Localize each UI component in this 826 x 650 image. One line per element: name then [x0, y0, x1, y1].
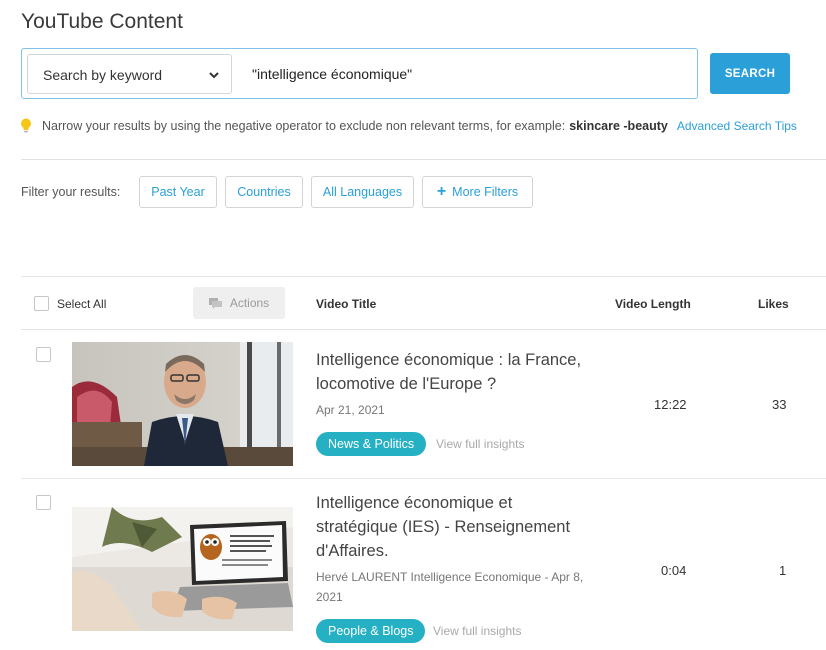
- search-bar: Search by keyword: [21, 48, 698, 99]
- filter-label: Filter your results:: [21, 185, 121, 199]
- video-length: 0:04: [661, 563, 687, 578]
- filter-countries-button[interactable]: Countries: [225, 176, 303, 208]
- search-input[interactable]: [242, 55, 682, 93]
- more-filters-button[interactable]: + More Filters: [422, 176, 533, 208]
- divider: [21, 159, 826, 160]
- video-thumbnail[interactable]: [72, 507, 293, 631]
- actions-label: Actions: [229, 296, 270, 310]
- video-title-link[interactable]: Intelligence économique et stratégique (…: [316, 491, 596, 563]
- table-row: Intelligence économique : la France, loc…: [21, 330, 826, 479]
- page-title: YouTube Content: [21, 10, 183, 33]
- table-header: Select All Actions Video Title Video Len…: [21, 276, 826, 330]
- search-button[interactable]: SEARCH: [710, 53, 790, 94]
- column-video-length[interactable]: Video Length: [615, 297, 691, 311]
- view-insights-link[interactable]: View full insights: [436, 437, 525, 451]
- select-all-label[interactable]: Select All: [57, 297, 106, 311]
- lightbulb-icon: [21, 118, 31, 133]
- search-mode-select[interactable]: Search by keyword: [27, 54, 232, 94]
- row-checkbox[interactable]: [36, 347, 51, 362]
- row-checkbox[interactable]: [36, 495, 51, 510]
- column-likes[interactable]: Likes: [758, 297, 789, 311]
- select-all-checkbox[interactable]: [34, 296, 49, 311]
- comment-icon: [208, 297, 222, 309]
- category-badge[interactable]: News & Politics: [316, 432, 427, 456]
- video-thumbnail[interactable]: [72, 342, 293, 466]
- video-meta: Apr 21, 2021: [316, 403, 385, 417]
- search-tip: Narrow your results by using the negativ…: [20, 117, 797, 135]
- chevron-down-icon: [209, 72, 219, 79]
- category-badge[interactable]: People & Blogs: [316, 619, 426, 643]
- advanced-search-tips-link[interactable]: Advanced Search Tips: [677, 119, 797, 133]
- video-title-link[interactable]: Intelligence économique : la France, loc…: [316, 348, 606, 396]
- tip-text: Narrow your results by using the negativ…: [42, 119, 566, 133]
- video-likes: 1: [779, 563, 787, 578]
- view-insights-link[interactable]: View full insights: [433, 624, 522, 638]
- plus-icon: +: [436, 183, 447, 200]
- tip-example: skincare -beauty: [569, 119, 668, 133]
- filter-languages-button[interactable]: All Languages: [311, 176, 414, 208]
- more-filters-label: More Filters: [452, 185, 519, 199]
- video-likes: 33: [772, 397, 787, 412]
- video-meta: Hervé LAURENT Intelligence Economique - …: [316, 570, 584, 604]
- search-mode-label: Search by keyword: [43, 67, 163, 83]
- table-row: Intelligence économique et stratégique (…: [21, 479, 826, 650]
- filter-past-year-button[interactable]: Past Year: [139, 176, 217, 208]
- video-length: 12:22: [654, 397, 687, 412]
- actions-button[interactable]: Actions: [193, 287, 285, 319]
- column-video-title[interactable]: Video Title: [316, 297, 376, 311]
